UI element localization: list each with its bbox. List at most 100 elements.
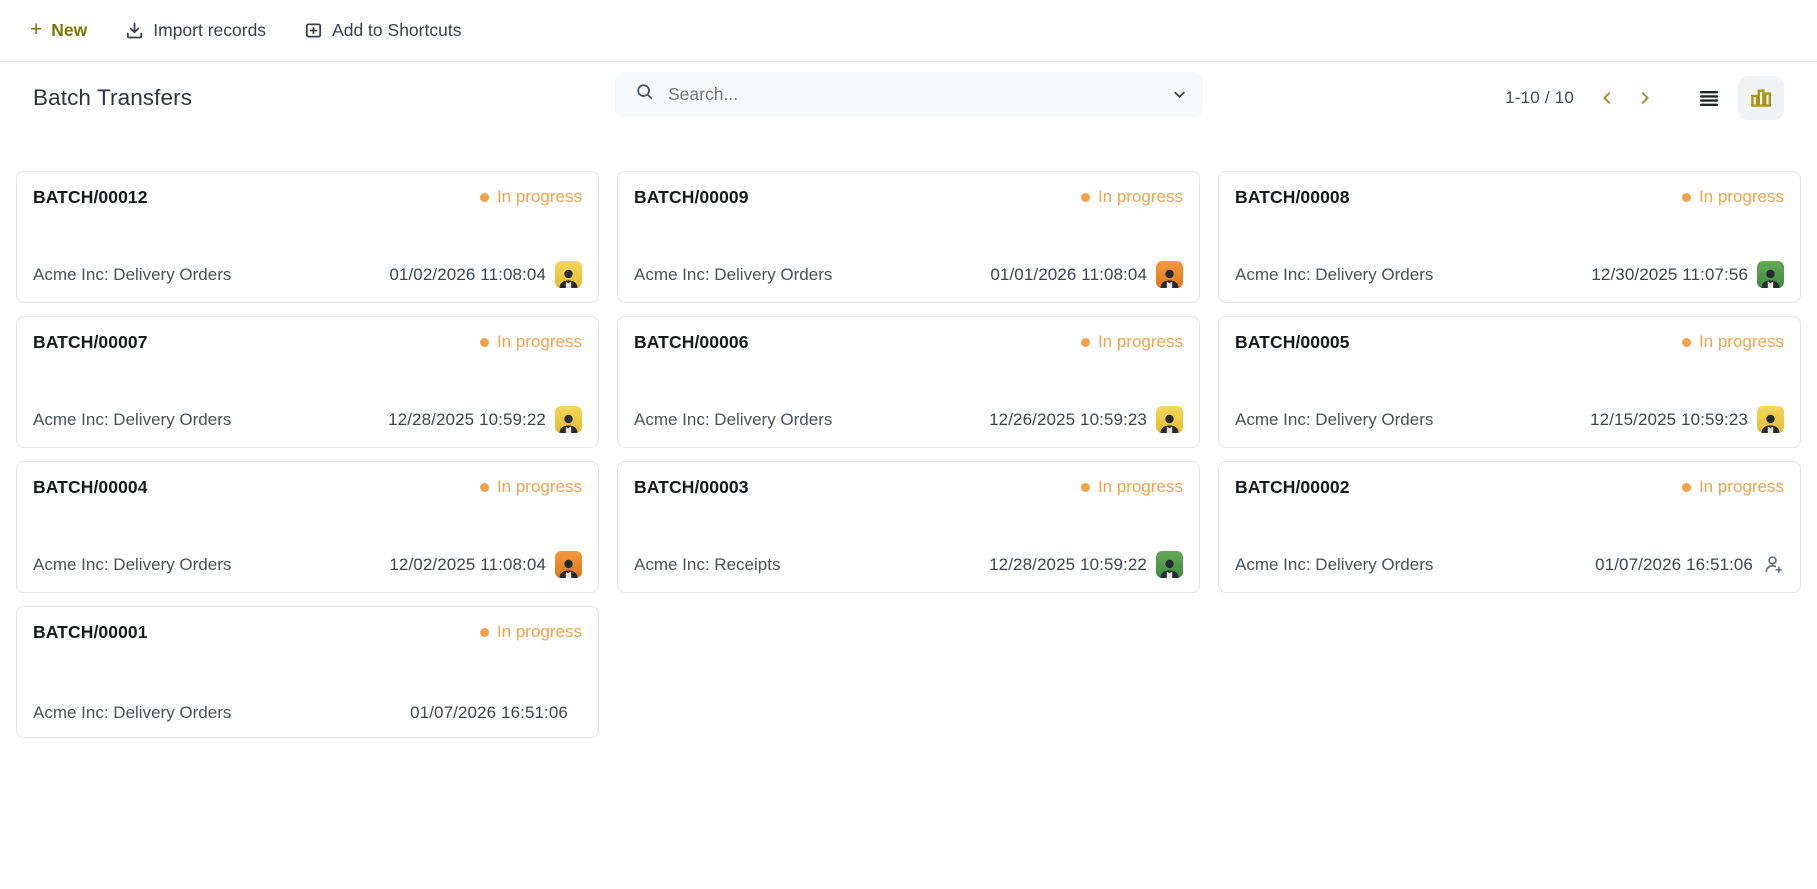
- operation-type: Acme Inc: Delivery Orders: [634, 264, 833, 284]
- card-top-row: BATCH/00008 In progress: [1235, 187, 1784, 208]
- batch-reference: BATCH/00004: [33, 477, 148, 497]
- kanban-card[interactable]: BATCH/00005 In progress Acme Inc: Delive…: [1218, 316, 1801, 448]
- responsible-avatar: [1156, 261, 1183, 288]
- import-records-label: Import records: [153, 20, 267, 40]
- card-bottom-row: Acme Inc: Delivery Orders 12/02/2025 11:…: [33, 551, 582, 578]
- operation-type: Acme Inc: Receipts: [634, 554, 781, 574]
- add-user-icon: [1764, 556, 1782, 574]
- status-badge: In progress: [479, 332, 582, 352]
- card-bottom-row: Acme Inc: Receipts 12/28/2025 10:59:22: [634, 551, 1183, 578]
- list-view-button[interactable]: [1686, 76, 1732, 120]
- search-icon: [635, 82, 655, 107]
- view-switcher: [1686, 75, 1784, 120]
- download-icon: [125, 21, 144, 40]
- status-label: In progress: [496, 477, 582, 496]
- status-dot-icon: [1080, 192, 1090, 202]
- card-top-row: BATCH/00006 In progress: [634, 332, 1183, 353]
- responsible-avatar: [1757, 406, 1784, 433]
- import-records-button[interactable]: Import records: [125, 20, 266, 41]
- card-bottom-row: Acme Inc: Delivery Orders 12/26/2025 10:…: [634, 406, 1183, 433]
- batch-reference: BATCH/00009: [634, 187, 749, 207]
- batch-reference: BATCH/00005: [1235, 332, 1350, 352]
- kanban-card[interactable]: BATCH/00002 In progress Acme Inc: Delive…: [1218, 461, 1801, 593]
- status-dot-icon: [1080, 482, 1090, 492]
- add-to-shortcuts-button[interactable]: Add to Shortcuts: [304, 20, 461, 41]
- pager-range: 1-10 / 10: [1505, 87, 1574, 107]
- chevron-right-icon: [1641, 91, 1649, 104]
- pager-next-button[interactable]: [1626, 79, 1664, 117]
- operation-type: Acme Inc: Delivery Orders: [33, 703, 232, 722]
- status-label: In progress: [496, 332, 582, 351]
- search-bar[interactable]: [615, 72, 1203, 117]
- status-badge: In progress: [1080, 332, 1183, 352]
- scheduled-date: 12/28/2025 10:59:22: [388, 409, 546, 429]
- status-dot-icon: [1681, 192, 1691, 202]
- new-button-label: New: [51, 20, 88, 40]
- plus-icon: +: [30, 18, 43, 41]
- status-label: In progress: [1698, 332, 1784, 351]
- operation-type: Acme Inc: Delivery Orders: [634, 409, 833, 429]
- kanban-card[interactable]: BATCH/00008 In progress Acme Inc: Delive…: [1218, 171, 1801, 303]
- status-dot-icon: [479, 627, 489, 637]
- scheduled-date: 12/28/2025 10:59:22: [989, 554, 1147, 574]
- card-top-row: BATCH/00004 In progress: [33, 477, 582, 498]
- kanban-card[interactable]: BATCH/00012 In progress Acme Inc: Delive…: [16, 171, 599, 303]
- scheduled-date: 01/02/2026 11:08:04: [389, 264, 546, 284]
- search-dropdown-toggle[interactable]: [1172, 87, 1187, 102]
- status-badge: In progress: [1681, 477, 1784, 497]
- card-bottom-row: Acme Inc: Delivery Orders 12/15/2025 10:…: [1235, 406, 1784, 433]
- search-input[interactable]: [668, 84, 1159, 105]
- pager-and-views: 1-10 / 10: [1505, 75, 1784, 120]
- status-label: In progress: [1097, 477, 1183, 496]
- status-dot-icon: [1080, 337, 1090, 347]
- list-icon: [1700, 90, 1718, 106]
- status-dot-icon: [479, 337, 489, 347]
- kanban-card[interactable]: BATCH/00006 In progress Acme Inc: Delive…: [617, 316, 1200, 448]
- batch-reference: BATCH/00006: [634, 332, 749, 352]
- new-button[interactable]: + New: [30, 18, 88, 41]
- operation-type: Acme Inc: Delivery Orders: [1235, 264, 1434, 284]
- kanban-card[interactable]: BATCH/00003 In progress Acme Inc: Receip…: [617, 461, 1200, 593]
- responsible-avatar: [555, 406, 582, 433]
- operation-type: Acme Inc: Delivery Orders: [33, 264, 232, 284]
- kanban-view-button[interactable]: [1738, 75, 1784, 120]
- scheduled-date: 12/15/2025 10:59:23: [1590, 409, 1748, 429]
- kanban-card[interactable]: BATCH/00001 In progress Acme Inc: Delive…: [16, 606, 599, 738]
- card-bottom-row: Acme Inc: Delivery Orders 01/02/2026 11:…: [33, 261, 582, 288]
- batch-reference: BATCH/00007: [33, 332, 148, 352]
- operation-type: Acme Inc: Delivery Orders: [1235, 409, 1434, 429]
- kanban-card[interactable]: BATCH/00009 In progress Acme Inc: Delive…: [617, 171, 1200, 303]
- pager-previous-button[interactable]: [1588, 79, 1626, 117]
- top-toolbar: + New Import records Add to Shortcuts: [0, 0, 1817, 62]
- status-label: In progress: [496, 622, 582, 641]
- kanban-card[interactable]: BATCH/00007 In progress Acme Inc: Delive…: [16, 316, 599, 448]
- status-label: In progress: [1097, 332, 1183, 351]
- status-badge: In progress: [479, 622, 582, 642]
- status-badge: In progress: [1681, 332, 1784, 352]
- card-top-row: BATCH/00005 In progress: [1235, 332, 1784, 353]
- card-top-row: BATCH/00009 In progress: [634, 187, 1183, 208]
- scheduled-date: 01/01/2026 11:08:04: [990, 264, 1147, 284]
- card-bottom-row: Acme Inc: Delivery Orders 12/28/2025 10:…: [33, 406, 582, 433]
- operation-type: Acme Inc: Delivery Orders: [33, 409, 232, 429]
- responsible-avatar: [1156, 406, 1183, 433]
- scheduled-date: 01/07/2026 16:51:06: [1595, 554, 1753, 574]
- responsible-avatar: [1156, 551, 1183, 578]
- status-dot-icon: [1681, 337, 1691, 347]
- kanban-icon: [1751, 88, 1772, 107]
- batch-reference: BATCH/00012: [33, 187, 148, 207]
- page-title: Batch Transfers: [33, 84, 193, 110]
- status-label: In progress: [1698, 477, 1784, 496]
- card-bottom-row: Acme Inc: Delivery Orders 01/07/2026 16:…: [33, 703, 582, 723]
- status-badge: In progress: [1080, 187, 1183, 207]
- scheduled-date: 12/26/2025 10:59:23: [989, 409, 1147, 429]
- add-responsible-button[interactable]: [1762, 551, 1784, 578]
- bookmark-plus-icon: [304, 21, 323, 40]
- card-top-row: BATCH/00002 In progress: [1235, 477, 1784, 498]
- operation-type: Acme Inc: Delivery Orders: [33, 554, 232, 574]
- control-panel: Batch Transfers 1-10 / 10: [0, 62, 1817, 133]
- card-top-row: BATCH/00003 In progress: [634, 477, 1183, 498]
- kanban-card[interactable]: BATCH/00004 In progress Acme Inc: Delive…: [16, 461, 599, 593]
- scheduled-date: 01/07/2026 16:51:06: [410, 703, 568, 722]
- add-to-shortcuts-label: Add to Shortcuts: [332, 20, 462, 40]
